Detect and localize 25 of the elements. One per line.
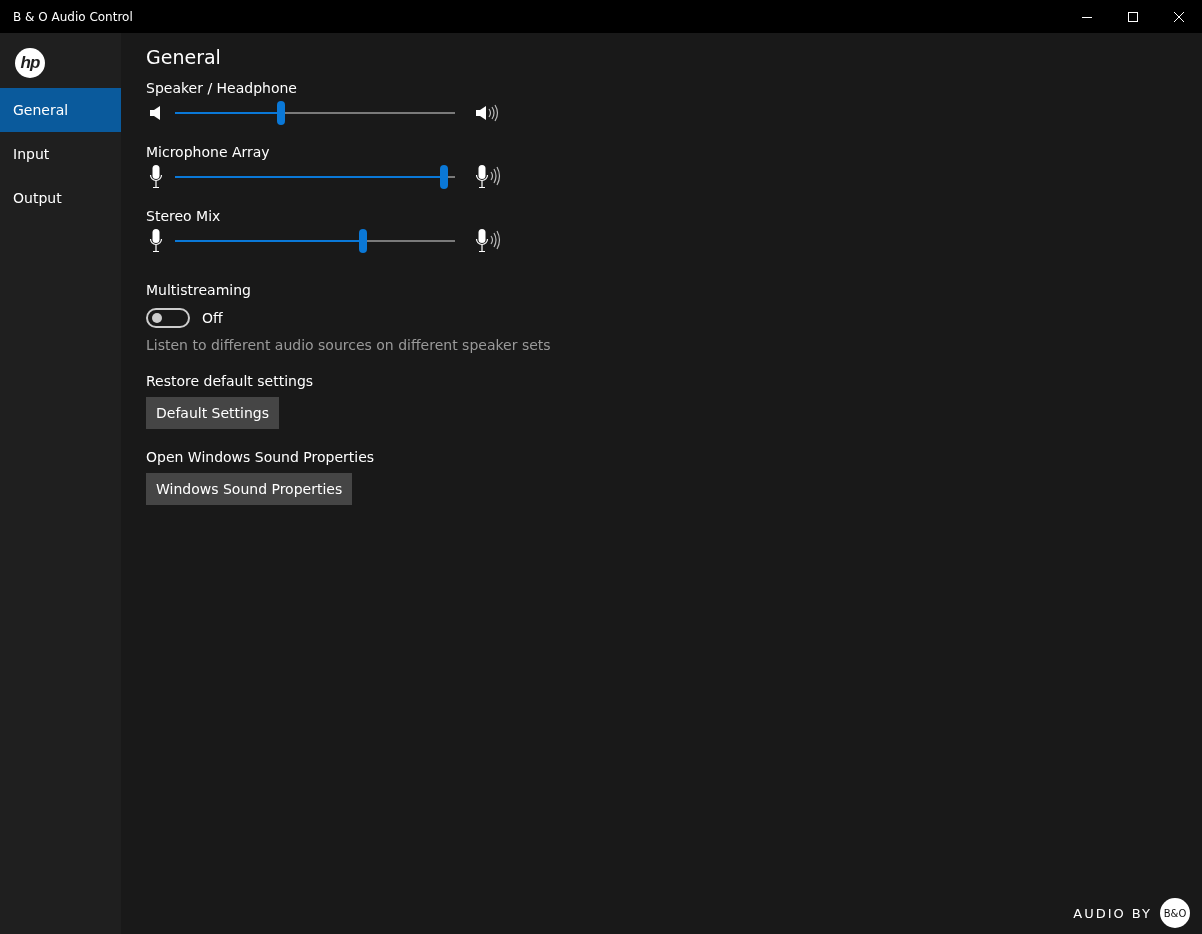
window-title: B & O Audio Control [13, 9, 133, 24]
page-title: General [146, 46, 221, 68]
brand-logo: B&O [1160, 898, 1190, 928]
toggle-state: Off [202, 310, 223, 326]
toggle-switch[interactable] [146, 308, 190, 328]
speaker-loud-icon [475, 104, 501, 122]
maximize-icon [1128, 11, 1138, 22]
speaker-muted-icon [149, 105, 163, 121]
microphone-icon [149, 228, 163, 254]
nav-item[interactable]: General [0, 88, 121, 132]
action-button[interactable]: Windows Sound Properties [146, 473, 353, 505]
nav-item[interactable]: Input [0, 132, 121, 176]
nav-item[interactable]: Output [0, 176, 121, 220]
section-label: Restore default settings [146, 373, 314, 389]
hp-logo: hp [15, 48, 45, 78]
section-label: Open Windows Sound Properties [146, 449, 375, 465]
footer-text: AUDIO BY [1073, 905, 1152, 921]
close-icon [1174, 11, 1184, 22]
description-text: Listen to different audio sources on different speaker sets [146, 337, 551, 353]
action-button[interactable]: Default Settings [146, 397, 280, 429]
slider-label: Stereo Mix [146, 208, 222, 224]
microphone-icon [149, 164, 163, 190]
multistreaming-label: Multistreaming [146, 282, 251, 298]
slider-label: Speaker / Headphone [146, 80, 298, 96]
slider-label: Microphone Array [146, 144, 271, 160]
